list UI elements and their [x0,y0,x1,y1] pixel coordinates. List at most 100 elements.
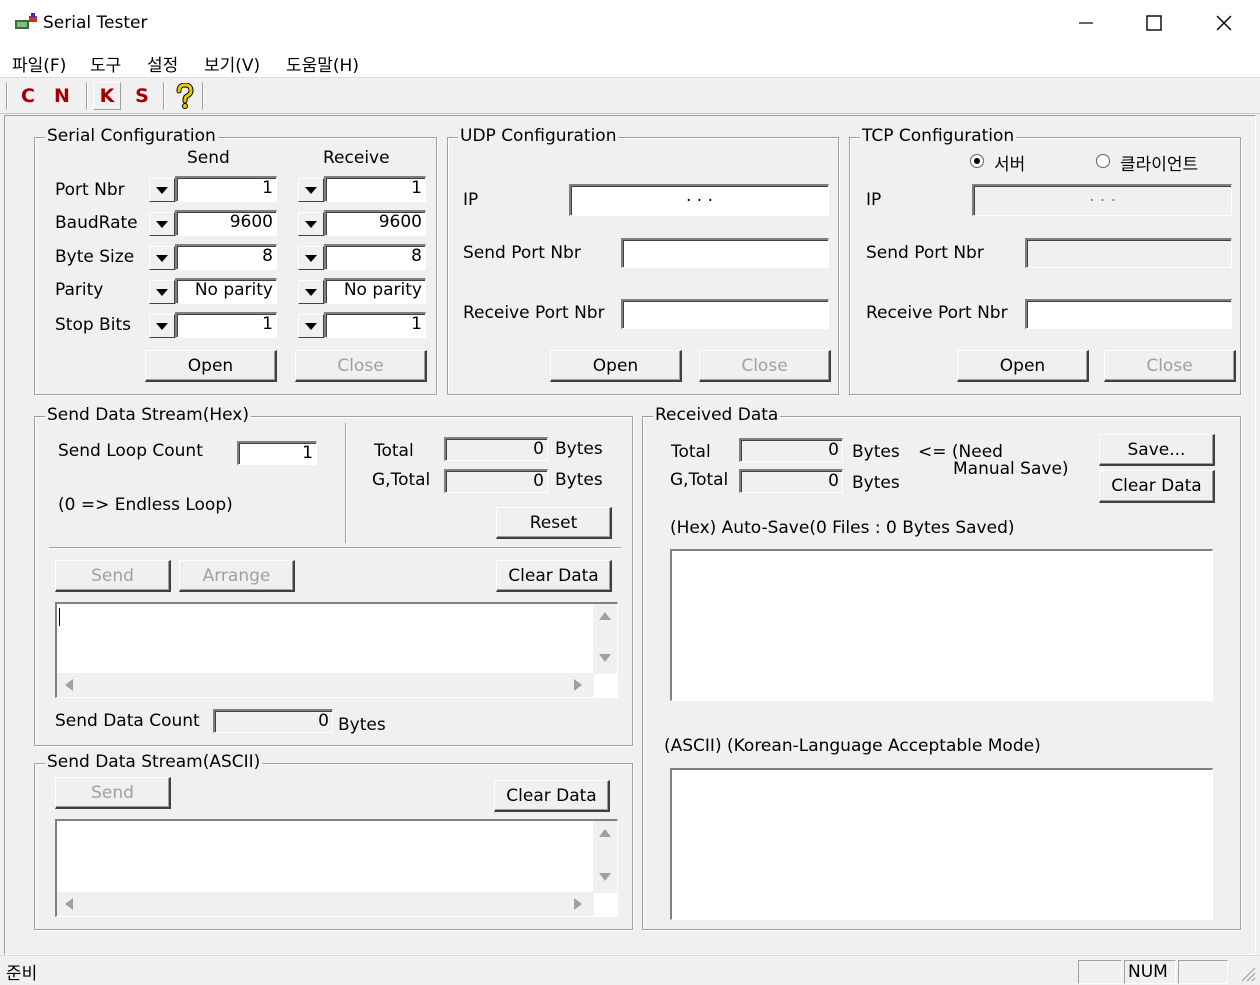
tcp-server-radio[interactable] [970,154,984,168]
tcp-ip-field[interactable]: . . . [972,184,1232,216]
scroll-left-icon [65,898,73,910]
menu-help[interactable]: 도움말(H) [286,51,359,76]
window-title: Serial Tester [43,13,148,33]
tcp-receive-port-field[interactable] [1025,299,1232,329]
tcp-client-radio[interactable] [1096,154,1110,168]
receive-parity-field[interactable]: No parity [324,278,426,304]
maximize-button[interactable] [1120,0,1188,46]
send-baudrate-field[interactable]: 9600 [175,210,277,236]
hex-autosave-label: (Hex) Auto-Save(0 Files : 0 Bytes Saved) [670,518,1015,538]
menu-file[interactable]: 파일(F) [12,51,66,76]
maximize-icon [1146,15,1162,31]
tcp-open-button[interactable]: Open [957,350,1089,382]
serial-close-button[interactable]: Close [295,350,427,382]
receive-baudrate-dropdown-button[interactable] [298,212,324,236]
send-data-count-label: Send Data Count [55,711,200,731]
send-ascii-clear-button[interactable]: Clear Data [494,780,610,812]
scroll-up-icon [599,829,611,837]
udp-receive-port-label: Receive Port Nbr [463,303,605,323]
receive-parity-dropdown-button[interactable] [298,280,324,304]
toolbar-n-button[interactable]: N [48,82,76,110]
send-hex-clear-button[interactable]: Clear Data [496,560,612,592]
save-button[interactable]: Save... [1099,434,1215,466]
minimize-icon [1079,22,1093,24]
send-parity-dropdown-button[interactable] [149,280,175,304]
vertical-scrollbar[interactable] [593,604,617,674]
toolbar: C N K S [0,78,1260,114]
udp-close-button[interactable]: Close [699,350,831,382]
send-stopbits-dropdown-button[interactable] [149,314,175,338]
udp-ip-field[interactable]: . . . [569,184,829,216]
baudrate-label: BaudRate [55,213,138,233]
tcp-ip-label: IP [866,190,882,210]
send-total-label: Total [374,441,414,461]
receive-port-field[interactable]: 1 [324,176,426,202]
serial-config-title: Serial Configuration [45,126,218,146]
horizontal-scrollbar[interactable] [57,673,594,697]
tcp-config-group: TCP Configuration 서버 클라이언트 IP . . . Send… [849,126,1241,395]
udp-send-port-field[interactable] [621,238,829,268]
toolbar-help-button[interactable] [171,82,199,110]
byte-size-label: Byte Size [55,247,135,267]
receive-bytesize-dropdown-button[interactable] [298,246,324,270]
serial-open-button[interactable]: Open [145,350,277,382]
receive-baudrate-field[interactable]: 9600 [324,210,426,236]
udp-send-port-label: Send Port Nbr [463,243,581,263]
received-hex-textarea[interactable] [670,549,1213,701]
minimize-button[interactable] [1052,0,1120,46]
udp-ip-label: IP [463,190,479,210]
arrange-button[interactable]: Arrange [179,560,295,592]
send-bytesize-field[interactable]: 8 [175,244,277,270]
received-gtotal-unit: Bytes [852,473,900,493]
tcp-config-title: TCP Configuration [860,126,1017,146]
send-stopbits-field[interactable]: 1 [175,312,277,338]
send-port-dropdown-button[interactable] [149,178,175,202]
ascii-mode-label: (ASCII) (Korean-Language Acceptable Mode… [664,736,1041,756]
send-data-count-field: 0 [213,709,333,733]
receive-port-dropdown-button[interactable] [298,178,324,202]
send-ascii-title: Send Data Stream(ASCII) [45,752,263,772]
tcp-close-button[interactable]: Close [1104,350,1236,382]
receive-stopbits-dropdown-button[interactable] [298,314,324,338]
send-gtotal-unit: Bytes [555,470,603,490]
send-hex-textarea[interactable] [55,602,618,698]
toolbar-c-button[interactable]: C [14,82,42,110]
parity-label: Parity [55,280,104,300]
vertical-scrollbar[interactable] [593,821,617,893]
tcp-send-port-field[interactable] [1025,238,1232,268]
close-window-button[interactable] [1190,0,1258,46]
toolbar-k-button[interactable]: K [93,82,121,110]
received-clear-button[interactable]: Clear Data [1099,470,1215,503]
udp-open-button[interactable]: Open [550,350,682,382]
scroll-right-icon [574,898,582,910]
udp-receive-port-field[interactable] [621,299,829,329]
resize-grip-icon[interactable] [1238,964,1256,982]
send-port-field[interactable]: 1 [175,176,277,202]
send-parity-field[interactable]: No parity [175,278,277,304]
status-pane-scroll [1178,960,1228,984]
menu-tools[interactable]: 도구 [90,51,121,76]
tcp-client-label: 클라이언트 [1120,155,1199,175]
port-nbr-label: Port Nbr [55,180,125,200]
send-bytesize-dropdown-button[interactable] [149,246,175,270]
send-hex-title: Send Data Stream(Hex) [45,405,251,425]
menu-view[interactable]: 보기(V) [204,51,260,76]
send-hex-send-button[interactable]: Send [55,560,171,592]
received-gtotal-field: 0 [739,469,843,493]
reset-button[interactable]: Reset [496,507,612,539]
menu-settings[interactable]: 설정 [147,51,178,76]
vertical-divider [345,423,347,543]
udp-config-title: UDP Configuration [458,126,619,146]
toolbar-s-button[interactable]: S [128,82,156,110]
title-bar: Serial Tester [0,0,1260,46]
received-ascii-textarea[interactable] [670,768,1213,920]
receive-stopbits-field[interactable]: 1 [324,312,426,338]
send-loop-count-field[interactable]: 1 [237,441,317,465]
send-ascii-textarea[interactable] [55,819,618,917]
toolbar-separator [163,82,165,110]
horizontal-scrollbar[interactable] [57,892,594,916]
receive-bytesize-field[interactable]: 8 [324,244,426,270]
send-ascii-send-button[interactable]: Send [55,777,171,809]
send-baudrate-dropdown-button[interactable] [149,212,175,236]
stop-bits-label: Stop Bits [55,315,131,335]
